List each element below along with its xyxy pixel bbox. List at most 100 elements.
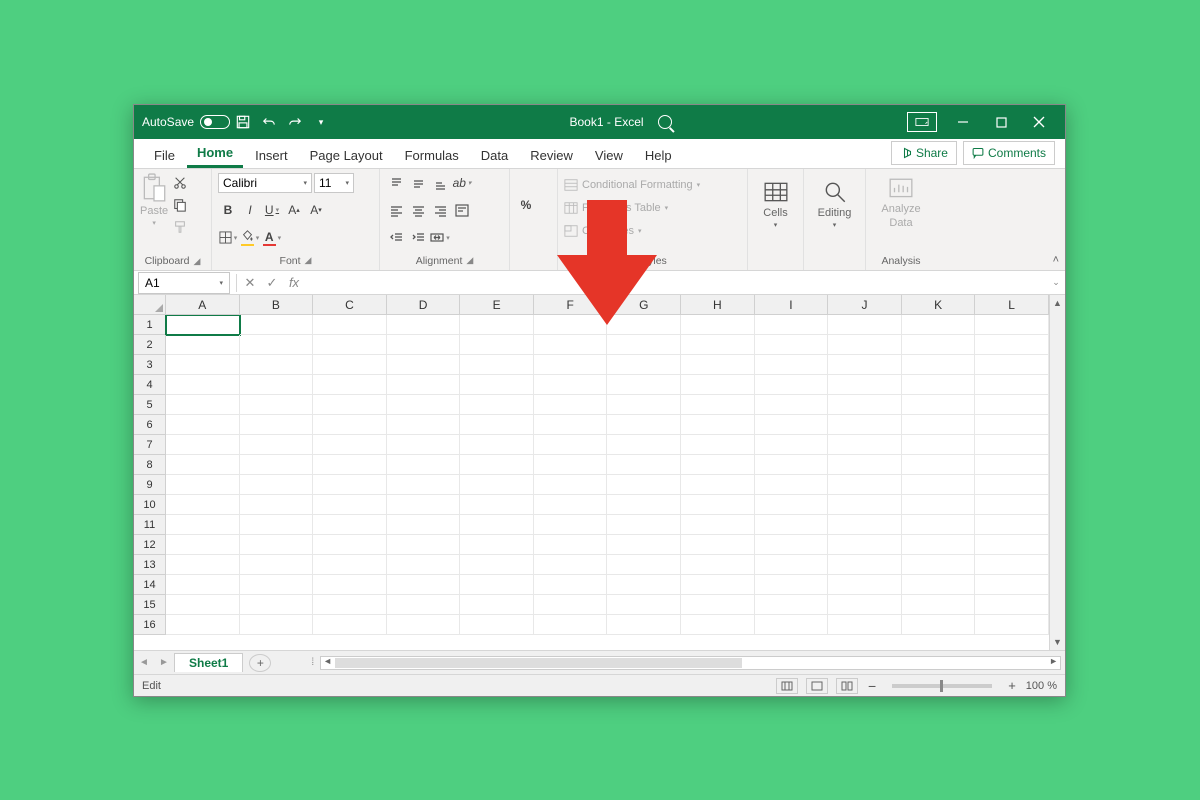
cell-styles-button[interactable]: Cell Styles▾ bbox=[564, 221, 741, 241]
row-header[interactable]: 4 bbox=[134, 375, 166, 395]
cell[interactable] bbox=[828, 475, 902, 495]
cell[interactable] bbox=[166, 355, 240, 375]
cell[interactable] bbox=[313, 395, 387, 415]
cell[interactable] bbox=[387, 575, 461, 595]
ribbon-display-options-icon[interactable] bbox=[907, 112, 937, 132]
cell[interactable] bbox=[902, 395, 976, 415]
cell[interactable] bbox=[460, 455, 534, 475]
cell[interactable] bbox=[534, 435, 608, 455]
scroll-down-icon[interactable]: ▼ bbox=[1050, 634, 1065, 650]
page-break-view-icon[interactable] bbox=[836, 678, 858, 694]
format-as-table-button[interactable]: Format as Table▾ bbox=[564, 198, 741, 218]
cell[interactable] bbox=[240, 495, 314, 515]
collapse-ribbon-icon[interactable]: ˄ bbox=[1053, 254, 1059, 266]
row-header[interactable]: 15 bbox=[134, 595, 166, 615]
cell[interactable] bbox=[534, 315, 608, 335]
row-header[interactable]: 2 bbox=[134, 335, 166, 355]
cell[interactable] bbox=[534, 395, 608, 415]
qat-customize-icon[interactable]: ▾ bbox=[308, 109, 334, 135]
cell[interactable] bbox=[240, 575, 314, 595]
cell[interactable] bbox=[240, 315, 314, 335]
cell[interactable] bbox=[828, 415, 902, 435]
underline-button[interactable]: U▾ bbox=[262, 200, 282, 220]
column-header[interactable]: F bbox=[534, 295, 608, 315]
cell[interactable] bbox=[607, 495, 681, 515]
cell[interactable] bbox=[607, 395, 681, 415]
column-header[interactable]: I bbox=[755, 295, 829, 315]
align-center-icon[interactable] bbox=[408, 200, 428, 220]
minimize-button[interactable] bbox=[945, 109, 981, 135]
cell[interactable] bbox=[755, 435, 829, 455]
cell[interactable] bbox=[240, 395, 314, 415]
cell[interactable] bbox=[755, 335, 829, 355]
cell[interactable] bbox=[975, 475, 1049, 495]
cell[interactable] bbox=[460, 555, 534, 575]
column-header[interactable]: J bbox=[828, 295, 902, 315]
cell[interactable] bbox=[460, 415, 534, 435]
cell[interactable] bbox=[828, 355, 902, 375]
cell[interactable] bbox=[387, 435, 461, 455]
insert-function-icon[interactable]: fx bbox=[283, 275, 305, 290]
cell[interactable] bbox=[313, 615, 387, 635]
cell[interactable] bbox=[902, 615, 976, 635]
cell[interactable] bbox=[828, 395, 902, 415]
cell[interactable] bbox=[681, 375, 755, 395]
cell[interactable] bbox=[681, 335, 755, 355]
row-header[interactable]: 3 bbox=[134, 355, 166, 375]
alignment-dialog-launcher-icon[interactable]: ◢ bbox=[466, 255, 473, 266]
row-header[interactable]: 8 bbox=[134, 455, 166, 475]
cell[interactable] bbox=[607, 575, 681, 595]
cell[interactable] bbox=[240, 595, 314, 615]
column-header[interactable]: A bbox=[166, 295, 240, 315]
cell[interactable] bbox=[975, 435, 1049, 455]
cells-button[interactable]: Cells ▾ bbox=[754, 179, 797, 229]
cell[interactable] bbox=[460, 475, 534, 495]
cell[interactable] bbox=[166, 335, 240, 355]
cell[interactable] bbox=[166, 315, 240, 335]
cell[interactable] bbox=[313, 315, 387, 335]
cell[interactable] bbox=[534, 495, 608, 515]
cell[interactable] bbox=[902, 355, 976, 375]
cell[interactable] bbox=[534, 595, 608, 615]
cell[interactable] bbox=[240, 435, 314, 455]
cell[interactable] bbox=[975, 575, 1049, 595]
vertical-scrollbar[interactable]: ▲ ▼ bbox=[1049, 295, 1065, 650]
cell[interactable] bbox=[902, 475, 976, 495]
tab-view[interactable]: View bbox=[585, 143, 633, 168]
cell[interactable] bbox=[828, 555, 902, 575]
row-header[interactable]: 14 bbox=[134, 575, 166, 595]
cell[interactable] bbox=[607, 415, 681, 435]
cell[interactable] bbox=[240, 615, 314, 635]
cell[interactable] bbox=[313, 555, 387, 575]
cell[interactable] bbox=[681, 515, 755, 535]
cell[interactable] bbox=[460, 315, 534, 335]
cell[interactable] bbox=[534, 335, 608, 355]
cell[interactable] bbox=[607, 535, 681, 555]
cell[interactable] bbox=[902, 435, 976, 455]
cell[interactable] bbox=[460, 575, 534, 595]
close-button[interactable] bbox=[1021, 109, 1057, 135]
cell[interactable] bbox=[607, 475, 681, 495]
cell[interactable] bbox=[755, 395, 829, 415]
tab-insert[interactable]: Insert bbox=[245, 143, 298, 168]
cell[interactable] bbox=[166, 475, 240, 495]
scroll-up-icon[interactable]: ▲ bbox=[1050, 295, 1065, 311]
cell[interactable] bbox=[387, 495, 461, 515]
column-header[interactable]: C bbox=[313, 295, 387, 315]
cell[interactable] bbox=[755, 535, 829, 555]
cell[interactable] bbox=[166, 575, 240, 595]
cell[interactable] bbox=[902, 375, 976, 395]
sheet-nav-next-icon[interactable]: ► bbox=[154, 657, 174, 668]
cell[interactable] bbox=[313, 575, 387, 595]
cell[interactable] bbox=[607, 435, 681, 455]
font-size-select[interactable]: 11▾ bbox=[314, 173, 354, 193]
cell[interactable] bbox=[240, 555, 314, 575]
cell[interactable] bbox=[313, 595, 387, 615]
cell[interactable] bbox=[313, 375, 387, 395]
cell[interactable] bbox=[240, 455, 314, 475]
search-icon[interactable] bbox=[658, 115, 672, 129]
cell[interactable] bbox=[460, 395, 534, 415]
column-header[interactable]: K bbox=[902, 295, 976, 315]
cell[interactable] bbox=[755, 515, 829, 535]
cell[interactable] bbox=[607, 315, 681, 335]
